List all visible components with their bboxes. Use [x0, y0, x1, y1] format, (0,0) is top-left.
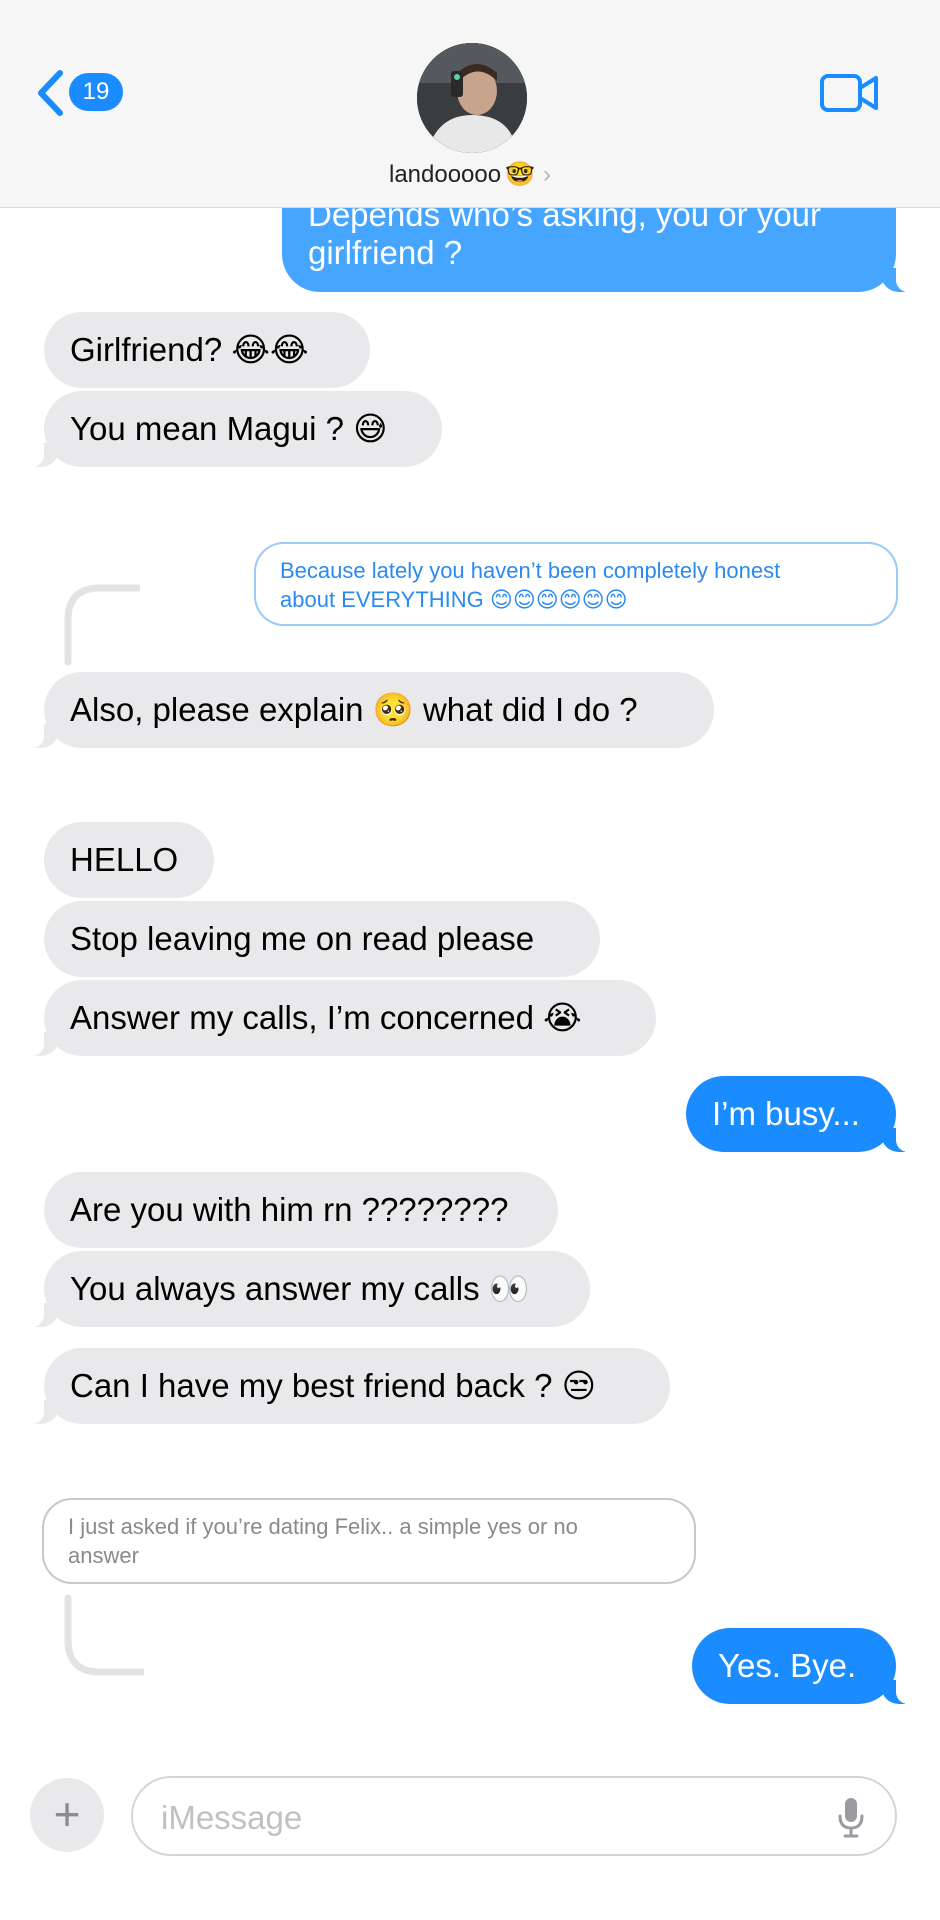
- message-incoming[interactable]: Girlfriend? 😂😂: [44, 312, 370, 388]
- quote-text: I just asked if you’re dating Felix.. a …: [68, 1514, 578, 1539]
- message-text: girlfriend ?: [308, 234, 463, 271]
- message-text: You always answer my calls 👀: [70, 1270, 530, 1307]
- message-text: Answer my calls, I’m concerned 😭: [70, 999, 582, 1036]
- quoted-reply-outgoing[interactable]: Because lately you haven’t been complete…: [254, 542, 898, 626]
- back-chevron-icon: [38, 70, 63, 116]
- unread-badge: 19: [69, 73, 123, 111]
- contact-name-text: landooooo: [388, 161, 502, 188]
- message-text: Stop leaving me on read please: [70, 920, 535, 957]
- avatar-photo: [417, 43, 527, 153]
- message-incoming[interactable]: Also, please explain 🥺 what did I do ?: [21, 672, 714, 748]
- conversation-header: 19 landooooo 🤓 ›: [0, 0, 940, 208]
- message-incoming[interactable]: Can I have my best friend back ? 😒: [21, 1348, 670, 1424]
- dictation-button[interactable]: [837, 1796, 865, 1843]
- quote-text: Because lately you haven’t been complete…: [280, 558, 781, 583]
- message-input[interactable]: [159, 1792, 803, 1844]
- message-outgoing[interactable]: I’m busy...: [686, 1076, 919, 1152]
- back-button[interactable]: 19: [36, 66, 126, 118]
- message-incoming[interactable]: Are you with him rn ????????: [44, 1172, 558, 1248]
- message-text: Also, please explain 🥺 what did I do ?: [70, 691, 638, 728]
- video-call-button[interactable]: [820, 72, 880, 119]
- reply-connector: [64, 1594, 144, 1676]
- reply-connector: [64, 584, 140, 666]
- message-incoming[interactable]: You always answer my calls 👀: [21, 1251, 590, 1327]
- contact-name[interactable]: landooooo 🤓 ›: [0, 160, 940, 189]
- message-text: Can I have my best friend back ? 😒: [70, 1367, 596, 1404]
- quoted-reply-incoming[interactable]: I just asked if you’re dating Felix.. a …: [42, 1498, 696, 1584]
- message-input-container[interactable]: [131, 1776, 897, 1856]
- message-text: Girlfriend? 😂😂: [70, 331, 309, 368]
- message-text: Yes. Bye.: [718, 1647, 857, 1684]
- quote-text: about EVERYTHING 😊😊😊😊😊😊: [280, 587, 628, 612]
- plus-icon: +: [53, 1788, 81, 1840]
- avatar[interactable]: [417, 43, 527, 153]
- message-text: I’m busy...: [712, 1095, 860, 1132]
- microphone-icon: [838, 1798, 864, 1838]
- message-incoming[interactable]: Stop leaving me on read please: [44, 901, 600, 977]
- message-incoming[interactable]: You mean Magui ? 😅: [21, 391, 442, 467]
- chevron-right-icon: ›: [543, 161, 551, 188]
- quote-text: answer: [68, 1543, 139, 1568]
- message-text: Are you with him rn ????????: [70, 1191, 509, 1228]
- message-incoming[interactable]: Answer my calls, I’m concerned 😭: [21, 980, 656, 1056]
- message-text: You mean Magui ? 😅: [70, 410, 388, 447]
- message-outgoing[interactable]: Yes. Bye.: [692, 1628, 919, 1704]
- message-incoming[interactable]: HELLO: [44, 822, 214, 898]
- add-attachment-button[interactable]: +: [30, 1778, 104, 1852]
- contact-emoji: 🤓: [505, 161, 535, 188]
- video-camera-icon: [820, 74, 878, 112]
- message-text: HELLO: [70, 841, 179, 878]
